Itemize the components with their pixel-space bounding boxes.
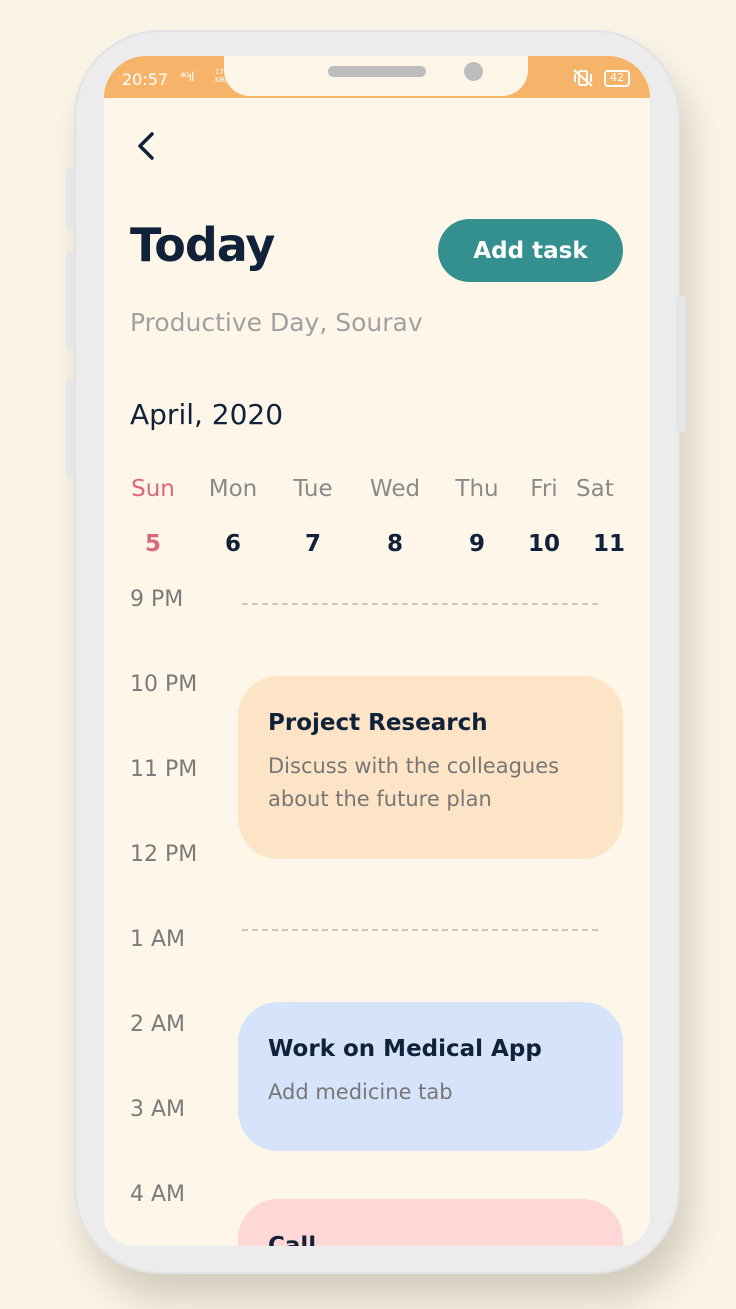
time-label: 3 AM xyxy=(130,1097,186,1122)
chevron-left-icon xyxy=(138,132,154,160)
day-num-5[interactable]: 5 xyxy=(108,531,198,557)
page-title: Today xyxy=(130,218,275,272)
task-card[interactable]: Call xyxy=(238,1199,623,1246)
side-button xyxy=(66,168,76,230)
time-label: 1 AM xyxy=(130,927,186,952)
divider xyxy=(242,603,598,605)
month-label: April, 2020 xyxy=(130,398,284,431)
time-label: 10 PM xyxy=(130,672,198,697)
divider xyxy=(242,929,598,931)
side-button xyxy=(66,252,76,350)
day-num-6[interactable]: 6 xyxy=(188,531,278,557)
task-title: Call xyxy=(268,1233,317,1246)
day-num-8[interactable]: 8 xyxy=(350,531,440,557)
status-right: 42 xyxy=(572,69,630,87)
speaker-icon xyxy=(328,66,426,77)
back-button[interactable] xyxy=(132,128,168,168)
add-task-button[interactable]: Add task xyxy=(438,219,623,282)
day-num-7[interactable]: 7 xyxy=(268,531,358,557)
day-name-sun[interactable]: Sun xyxy=(108,476,198,502)
side-button xyxy=(676,296,686,432)
greeting-subtitle: Productive Day, Sourav xyxy=(130,308,423,337)
battery-icon: 42 xyxy=(604,69,630,87)
notch xyxy=(224,56,528,96)
status-time: 20:57 xyxy=(122,70,169,89)
task-description: Add medicine tab xyxy=(268,1080,453,1104)
day-name-tue[interactable]: Tue xyxy=(268,476,358,502)
day-name-wed[interactable]: Wed xyxy=(350,476,440,502)
camera-icon xyxy=(464,62,483,81)
time-label: 12 PM xyxy=(130,842,198,867)
day-num-11[interactable]: 11 xyxy=(564,531,650,557)
time-label: 4 AM xyxy=(130,1182,186,1207)
side-button xyxy=(66,380,76,478)
task-description: Discuss with the colleagues about the fu… xyxy=(268,754,560,811)
vibrate-mute-icon xyxy=(573,69,593,87)
app-screen: 20:57 ⁴ᴳıl 17 KB/s 42 Today Add task Pro… xyxy=(104,56,650,1246)
task-card[interactable]: Work on Medical App Add medicine tab xyxy=(238,1002,623,1151)
task-card[interactable]: Project Research Discuss with the collea… xyxy=(238,676,623,859)
day-name-mon[interactable]: Mon xyxy=(188,476,278,502)
task-title: Work on Medical App xyxy=(268,1036,542,1062)
time-label: 11 PM xyxy=(130,757,198,782)
task-title: Project Research xyxy=(268,710,488,736)
signal-icon: ⁴ᴳıl xyxy=(180,70,194,84)
day-name-sat[interactable]: Sat xyxy=(576,476,626,502)
time-label: 2 AM xyxy=(130,1012,186,1037)
time-label: 9 PM xyxy=(130,587,184,612)
